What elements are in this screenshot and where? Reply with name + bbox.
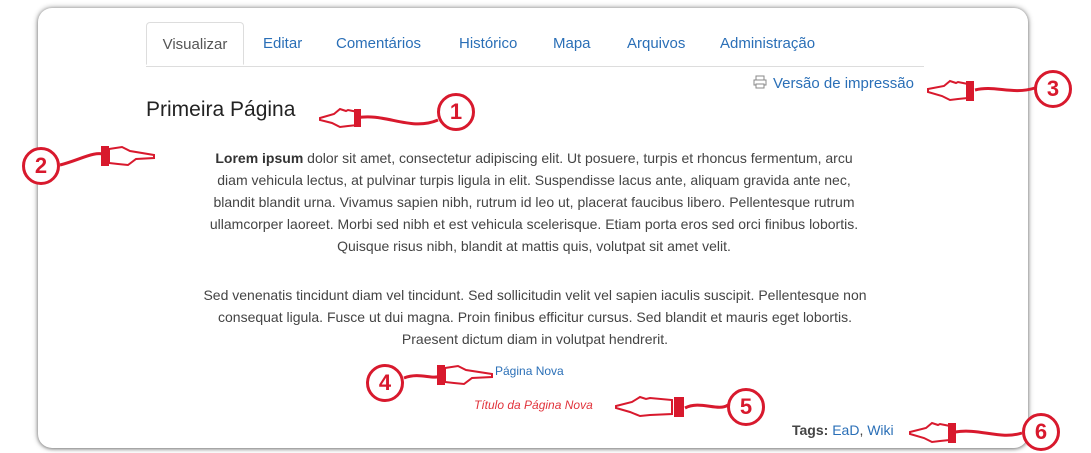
paragraph-1-line-4: ullamcorper laoreet. Morbi sed nibh et e…	[209, 216, 859, 232]
paragraph-1-line-5: Quisque risus nibh, blandit at mattis qu…	[337, 238, 731, 254]
pointing-hand-icon-4	[437, 364, 493, 386]
paragraph-1-line-2: diam vehicula lectus, at pulvinar turpis…	[217, 172, 851, 188]
paragraph-2-line-1: Sed venenatis tincidunt diam vel tincidu…	[203, 287, 867, 303]
annotation-marker-3: 3	[1034, 70, 1072, 108]
tag-wiki[interactable]: Wiki	[867, 422, 893, 438]
paragraph-1: Lorem ipsum dolor sit amet, consectetur …	[148, 147, 920, 257]
annotation-marker-4: 4	[366, 364, 404, 402]
tab-comentarios[interactable]: Comentários	[336, 22, 421, 65]
tab-administracao[interactable]: Administração	[720, 22, 815, 65]
tab-mapa[interactable]: Mapa	[553, 22, 591, 65]
pagina-nova-link[interactable]: Página Nova	[495, 364, 564, 378]
tab-arquivos[interactable]: Arquivos	[627, 22, 685, 65]
tab-editar[interactable]: Editar	[263, 22, 302, 65]
pointing-hand-icon-5	[615, 395, 684, 418]
pointing-hand-icon-3	[927, 79, 974, 102]
printer-icon	[753, 75, 767, 89]
tab-visualizar[interactable]: Visualizar	[146, 22, 244, 65]
annotation-marker-2: 2	[22, 147, 60, 185]
print-version-label: Versão de impressão	[773, 75, 914, 92]
paragraph-1-line-1: Lorem ipsum dolor sit amet, consectetur …	[215, 150, 853, 166]
paragraph-2: Sed venenatis tincidunt diam vel tincidu…	[146, 284, 924, 350]
tags-line: Tags: EaD, Wiki	[792, 422, 894, 438]
tab-historico[interactable]: Histórico	[459, 22, 517, 65]
missing-page-link[interactable]: Título da Página Nova	[474, 398, 593, 412]
tag-ead[interactable]: EaD	[832, 422, 859, 438]
pointing-hand-icon-1	[319, 107, 361, 129]
pointing-hand-icon-2	[101, 145, 155, 167]
tags-label: Tags:	[792, 422, 829, 438]
pointing-hand-icon-6	[909, 421, 956, 444]
tab-bar: Visualizar Editar Comentários Histórico …	[146, 22, 924, 67]
annotation-marker-1: 1	[437, 93, 475, 131]
page-title: Primeira Página	[146, 98, 296, 121]
print-version-link[interactable]: Versão de impressão	[753, 75, 914, 92]
paragraph-1-line-3: blandit blandit urna. Vivamus sapien nib…	[213, 194, 855, 210]
lorem-ipsum-bold: Lorem ipsum	[215, 150, 304, 166]
annotation-marker-5: 5	[727, 388, 765, 426]
paragraph-2-line-2: consequat ligula. Fusce ut dui magna. Pr…	[218, 309, 852, 325]
annotation-marker-6: 6	[1022, 413, 1060, 451]
paragraph-2-line-3: Praesent dictum diam in volutpat hendrer…	[401, 331, 669, 347]
